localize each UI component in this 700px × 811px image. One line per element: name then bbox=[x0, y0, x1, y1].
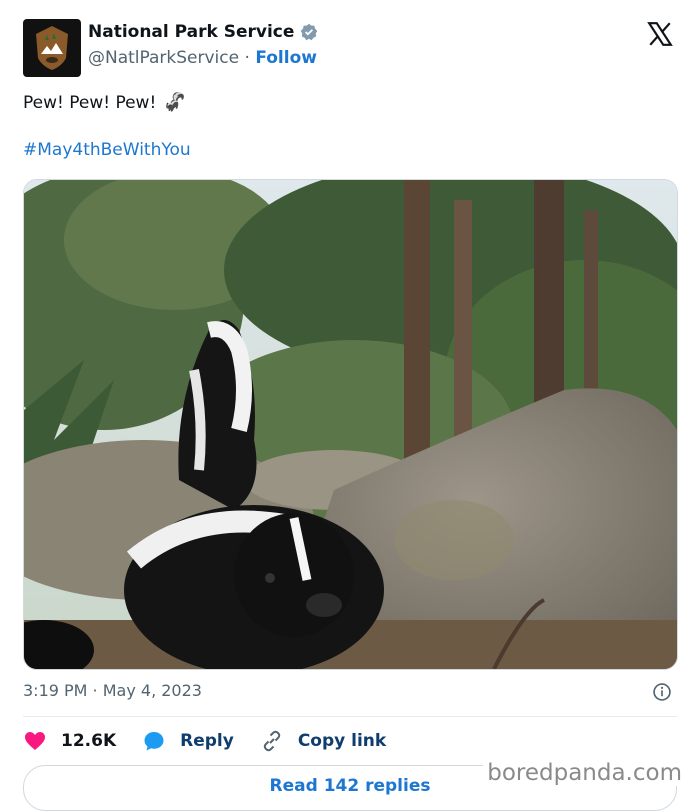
handle-separator: · bbox=[244, 48, 250, 68]
action-bar: 12.6K Reply Copy link bbox=[23, 729, 412, 753]
hashtag-link[interactable]: #May4thBeWithYou bbox=[23, 140, 191, 160]
reply-bubble-icon bbox=[144, 732, 164, 751]
account-handle[interactable]: @NatlParkService bbox=[88, 48, 239, 68]
tweet-body: Pew! Pew! Pew! bbox=[23, 93, 157, 113]
like-button[interactable]: 12.6K bbox=[23, 729, 116, 753]
verified-badge-icon bbox=[301, 23, 318, 41]
x-logo-icon[interactable] bbox=[647, 21, 673, 47]
nps-logo-icon bbox=[36, 26, 68, 70]
watermark: boredpanda.com bbox=[483, 760, 686, 786]
divider bbox=[23, 716, 677, 717]
account-name[interactable]: National Park Service bbox=[88, 22, 294, 42]
reply-button[interactable]: Reply bbox=[142, 729, 234, 753]
link-icon bbox=[263, 730, 281, 752]
account-name-line[interactable]: National Park Service bbox=[88, 22, 318, 42]
tweet-photo[interactable] bbox=[23, 179, 678, 670]
tweet-header: National Park Service @NatlParkService ·… bbox=[23, 19, 677, 77]
reply-label: Reply bbox=[180, 731, 234, 751]
follow-button[interactable]: Follow bbox=[255, 48, 317, 68]
info-icon[interactable] bbox=[652, 682, 672, 702]
copy-link-label: Copy link bbox=[297, 731, 387, 751]
skunk-forest-photo bbox=[24, 180, 677, 669]
copy-link-button[interactable]: Copy link bbox=[260, 729, 386, 753]
tweet-timestamp[interactable]: 3:19 PM · May 4, 2023 bbox=[23, 681, 202, 700]
like-count: 12.6K bbox=[61, 731, 117, 751]
avatar[interactable] bbox=[23, 19, 81, 77]
heart-icon bbox=[25, 732, 45, 750]
tweet-text: Pew! Pew! Pew! 🦨 bbox=[23, 92, 186, 113]
account-handle-line: @NatlParkService · Follow bbox=[88, 48, 317, 68]
skunk-emoji: 🦨 bbox=[163, 92, 187, 113]
